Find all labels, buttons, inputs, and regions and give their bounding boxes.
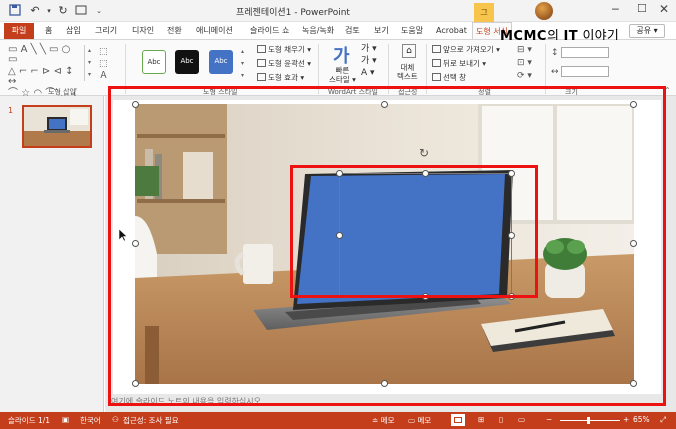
alt-text-icon[interactable]: ⌂ [402, 44, 416, 58]
shape-fill-button[interactable]: 도형 채우기 ▾ [257, 44, 311, 55]
status-accessibility[interactable]: 접근성: 조사 필요 [123, 415, 179, 426]
shape-row-1: ▭ A ╲ ╲ ▭ ○ ▭ [8, 44, 71, 65]
document-title: 프레젠테이션1 - PowerPoint [236, 8, 350, 18]
align-group-rotate-icons[interactable]: ⊟ ▾ ⊡ ▾ ⟳ ▾ [517, 44, 532, 83]
user-avatar[interactable] [535, 2, 553, 20]
tab-draw[interactable]: 그리기 [95, 24, 117, 38]
save-icon[interactable] [8, 4, 22, 18]
wordart-icon[interactable]: 가 [333, 42, 350, 68]
reading-view-icon[interactable]: ▯ [499, 415, 503, 424]
selection-pane-button[interactable]: 선택 창 [432, 72, 466, 83]
redo-icon[interactable]: ↻ [56, 4, 70, 18]
status-slide-count: 슬라이드 1/1 [8, 416, 51, 425]
shape-effects-button[interactable]: 도형 효과 ▾ [257, 72, 304, 83]
edit-shape-icons[interactable]: ⬚ ⬚ Ａ [99, 46, 113, 84]
shape-outline-button[interactable]: 도형 윤곽선 ▾ [257, 58, 311, 69]
height-icon: ↕ [551, 48, 559, 58]
share-button[interactable]: 공유 ▾ [629, 24, 665, 38]
shape-row-2: △ ⌐ ⌐ ⊳ ⊲ ↕ ↔ [8, 66, 74, 87]
tab-home[interactable]: 홈 [45, 24, 52, 38]
selection-pane-icon [432, 73, 441, 81]
close-button[interactable]: ✕ [659, 2, 669, 16]
slide-sorter-icon[interactable]: ⊞ [478, 415, 484, 424]
normal-view-icon [454, 417, 462, 423]
tab-acrobat[interactable]: Acrobat [436, 24, 467, 38]
slide-number: 1 [8, 106, 14, 115]
zoom-level[interactable]: 65% [633, 415, 650, 424]
annotation-box-screen [290, 165, 538, 298]
fill-icon [257, 45, 266, 53]
text-fill-icons[interactable]: 가 ▾ 가 ▾ A ▾ [361, 43, 377, 79]
tab-transitions[interactable]: 전환 [167, 24, 182, 38]
notes-label: 메모 [380, 416, 395, 425]
effects-icon [257, 73, 266, 81]
status-language[interactable]: 한국어 [80, 415, 101, 426]
alt-text-button[interactable]: 대체 텍스트 [397, 63, 418, 81]
slideshow-view-icon[interactable]: ▭ [518, 415, 525, 424]
start-slideshow-icon[interactable] [74, 4, 88, 18]
send-backward-button[interactable]: 뒤로 보내기 ▾ [432, 58, 486, 69]
outline-icon [257, 59, 266, 67]
slide-thumbnail[interactable] [22, 105, 92, 148]
accessibility-icon: ⚇ [112, 415, 119, 424]
zoom-out-button[interactable]: − [546, 415, 552, 424]
bring-forward-icon [432, 45, 441, 53]
normal-view-button[interactable] [451, 414, 465, 426]
shape-style-dark[interactable]: Abc [175, 50, 199, 74]
tab-design[interactable]: 디자인 [132, 24, 154, 38]
width-icon: ↔ [551, 67, 559, 77]
context-tab-header: 그 [474, 3, 494, 22]
zoom-slider-thumb[interactable] [587, 417, 590, 424]
spellcheck-icon[interactable]: ▣ [62, 415, 69, 424]
customize-toolbar-icon[interactable]: ⌄ [92, 4, 106, 18]
height-input[interactable] [561, 47, 609, 58]
shape-style-blue[interactable]: Abc [209, 50, 233, 74]
tab-help[interactable]: 도움말 [401, 24, 423, 38]
tab-animations[interactable]: 애니메이션 [196, 24, 233, 38]
tab-slideshow[interactable]: 슬라이드 쇼 [250, 24, 289, 38]
tab-review[interactable]: 검토 [345, 24, 360, 38]
share-label: 공유 [636, 26, 652, 35]
tab-file[interactable]: 파일 [4, 23, 34, 39]
maximize-button[interactable]: ☐ [637, 2, 647, 15]
tab-view[interactable]: 보기 [374, 24, 389, 38]
notes-button[interactable]: ≐ 메모 [372, 415, 394, 426]
undo-dropdown-icon[interactable]: ▾ [42, 4, 56, 18]
minimize-button[interactable]: ─ [612, 3, 619, 16]
comments-button[interactable]: ▭ 메모 [408, 415, 431, 426]
quick-styles-button[interactable]: 빠른 스타일 ▾ [329, 66, 356, 84]
bring-forward-button[interactable]: 앞으로 가져오기 ▾ [432, 44, 500, 55]
comments-label: 메모 [417, 416, 432, 425]
zoom-slider-track[interactable] [560, 420, 620, 421]
tab-insert[interactable]: 삽입 [66, 24, 81, 38]
shape-gallery-scroll[interactable]: ▴ ▾ ▾ [84, 45, 94, 81]
style-gallery-scroll[interactable]: ▴ ▾ ▾ [238, 46, 247, 82]
shape-style-outline[interactable]: Abc [142, 50, 166, 74]
tab-record[interactable]: 녹음/녹화 [302, 24, 334, 38]
width-input[interactable] [561, 66, 609, 77]
fit-to-window-icon[interactable]: ⤢ [660, 415, 666, 425]
zoom-in-button[interactable]: + [623, 415, 629, 424]
undo-icon[interactable]: ↶ [28, 4, 42, 18]
send-backward-icon [432, 59, 441, 67]
